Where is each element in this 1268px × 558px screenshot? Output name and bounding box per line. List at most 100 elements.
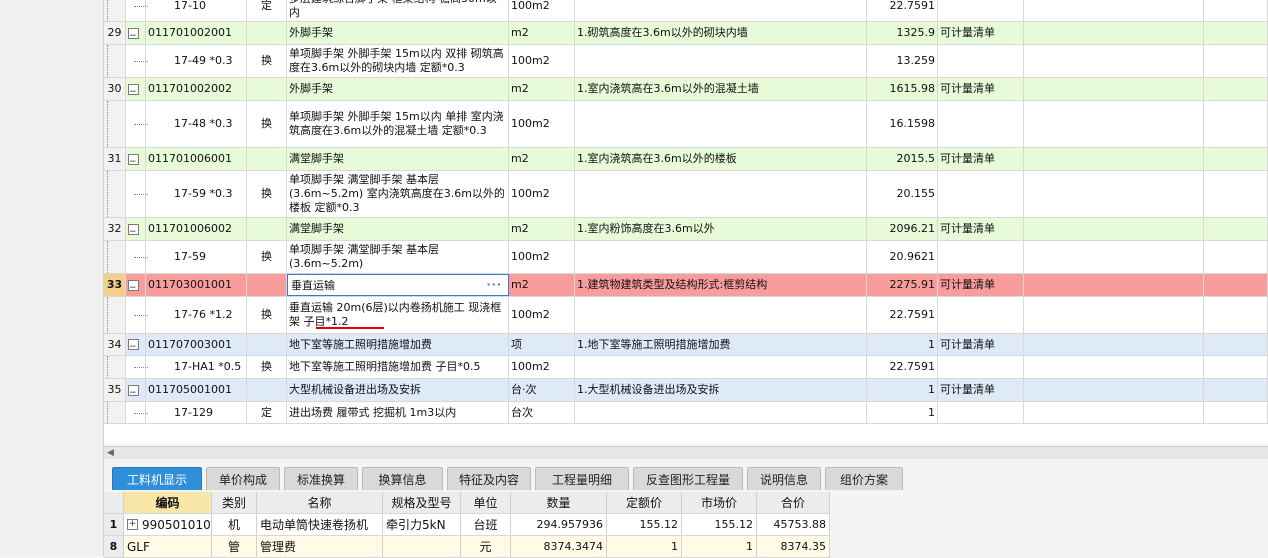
code-cell[interactable]: 17-HA1 *0.5 [146, 356, 247, 378]
empty-cell[interactable] [1204, 241, 1268, 273]
header-name[interactable]: 名称 [257, 492, 383, 513]
resource-row[interactable]: 8 GLF 管 管理费 元 8374.3474 1 1 8374.35 [104, 536, 830, 558]
empty-cell[interactable] [1204, 356, 1268, 378]
empty-cell[interactable] [1204, 274, 1268, 296]
unit-cell[interactable]: 100m2 [509, 101, 575, 147]
empty-cell[interactable] [1204, 0, 1268, 21]
quantity-cell[interactable]: 2096.21 [867, 218, 938, 240]
category-cell[interactable]: 换 [247, 45, 287, 77]
category-cell[interactable]: 定 [247, 402, 287, 423]
collapse-toggle-icon[interactable]: − [128, 384, 139, 398]
category-cell[interactable] [247, 22, 287, 44]
category-cell[interactable]: 换 [247, 171, 287, 217]
quantity-cell[interactable]: 1615.98 [867, 78, 938, 100]
header-quota-price[interactable]: 定额价 [607, 492, 682, 513]
code-cell[interactable]: 011705001001 [146, 379, 247, 401]
category-cell[interactable] [247, 334, 287, 355]
empty-cell[interactable] [1204, 78, 1268, 100]
tab-7[interactable]: 反查图形工程量 [633, 467, 743, 490]
empty-cell[interactable] [1024, 0, 1204, 21]
resource-code[interactable]: +990501010 [124, 514, 212, 535]
tab-1[interactable]: 工料机显示 [112, 467, 202, 490]
empty-cell[interactable] [1024, 241, 1204, 273]
resource-market-price[interactable]: 155.12 [682, 514, 757, 535]
code-cell[interactable]: 011701002001 [146, 22, 247, 44]
unit-cell[interactable]: 100m2 [509, 0, 575, 21]
name-cell[interactable]: 地下室等施工照明措施增加费 [287, 334, 509, 355]
category-cell[interactable]: 换 [247, 101, 287, 147]
collapse-toggle-icon[interactable]: − [128, 153, 139, 167]
empty-cell[interactable] [1204, 45, 1268, 77]
resource-spec[interactable] [383, 536, 461, 557]
code-cell[interactable]: 011701006002 [146, 218, 247, 240]
category-cell[interactable]: 定 [247, 0, 287, 21]
empty-cell[interactable] [1024, 379, 1204, 401]
quantity-cell[interactable]: 2015.5 [867, 148, 938, 170]
name-cell[interactable]: 多层建筑综合脚手架 框架结构 檐高30m以内 [287, 0, 509, 21]
feature-cell[interactable]: 1.室内粉饰高度在3.6m以外 [575, 218, 867, 240]
feature-cell[interactable] [575, 297, 867, 333]
name-cell[interactable]: 满堂脚手架 [287, 218, 509, 240]
bill-flag-cell[interactable]: 可计量清单 [938, 148, 1024, 170]
unit-cell[interactable]: 100m2 [509, 297, 575, 333]
code-cell[interactable]: 011701002002 [146, 78, 247, 100]
bill-flag-cell[interactable] [938, 101, 1024, 147]
feature-cell[interactable]: 1.大型机械设备进出场及安拆 [575, 379, 867, 401]
tab-2[interactable]: 单价构成 [206, 467, 280, 490]
resource-unit[interactable]: 台班 [461, 514, 511, 535]
horizontal-scrollbar[interactable]: ◀ [104, 446, 1268, 459]
quantity-cell[interactable]: 1 [867, 334, 938, 355]
empty-cell[interactable] [1024, 334, 1204, 355]
header-market-price[interactable]: 市场价 [682, 492, 757, 513]
collapse-toggle-icon[interactable]: − [128, 223, 139, 237]
quantity-cell[interactable]: 13.259 [867, 45, 938, 77]
unit-cell[interactable]: 100m2 [509, 171, 575, 217]
unit-cell[interactable]: 台·次 [509, 379, 575, 401]
category-cell[interactable] [247, 379, 287, 401]
quota-row[interactable]: 17-10 定 多层建筑综合脚手架 框架结构 檐高30m以内 100m2 22.7591 [104, 0, 1268, 22]
empty-cell[interactable] [1024, 45, 1204, 77]
bill-row[interactable]: 33−011703001001 垂直运输 m2 1.建筑物建筑类型及结构形式:框剪结构… [104, 274, 1268, 297]
quantity-cell[interactable]: 16.1598 [867, 101, 938, 147]
bill-flag-cell[interactable] [938, 356, 1024, 378]
quantity-cell[interactable]: 1325.9 [867, 22, 938, 44]
quota-row[interactable]: 17-59 换 单项脚手架 满堂脚手架 基本层(3.6m~5.2m) 100m2 20.… [104, 241, 1268, 274]
tree-cell[interactable]: − [126, 78, 146, 100]
resource-market-price[interactable]: 1 [682, 536, 757, 557]
tab-8[interactable]: 说明信息 [747, 467, 821, 490]
name-cell[interactable]: 单项脚手架 满堂脚手架 基本层(3.6m~5.2m) 室内浇筑高度在3.6m以外… [287, 171, 509, 217]
empty-cell[interactable] [1204, 148, 1268, 170]
empty-cell[interactable] [1024, 171, 1204, 217]
unit-cell[interactable]: 台次 [509, 402, 575, 423]
empty-cell[interactable] [1024, 148, 1204, 170]
feature-cell[interactable]: 1.砌筑高度在3.6m以外的砌块内墙 [575, 22, 867, 44]
quantity-cell[interactable]: 20.155 [867, 171, 938, 217]
quota-row[interactable]: 17-49 *0.3 换 单项脚手架 外脚手架 15m以内 双排 砌筑高度在3.6m… [104, 45, 1268, 78]
bill-row[interactable]: 31−011701006001 满堂脚手架 m2 1.室内浇筑高在3.6m以外的楼板 2… [104, 148, 1268, 171]
feature-cell[interactable] [575, 101, 867, 147]
quota-row[interactable]: 17-48 *0.3 换 单项脚手架 外脚手架 15m以内 单排 室内浇筑高度在3.… [104, 101, 1268, 148]
quantity-cell[interactable]: 1 [867, 379, 938, 401]
more-options-icon[interactable]: ··· [486, 278, 502, 291]
unit-cell[interactable]: 100m2 [509, 45, 575, 77]
bill-flag-cell[interactable]: 可计量清单 [938, 379, 1024, 401]
resource-total[interactable]: 45753.88 [757, 514, 830, 535]
name-cell[interactable]: 地下室等施工照明措施增加费 子目*0.5 [287, 356, 509, 378]
code-cell[interactable]: 17-59 [146, 241, 247, 273]
empty-cell[interactable] [1024, 297, 1204, 333]
empty-cell[interactable] [1024, 78, 1204, 100]
feature-cell[interactable] [575, 356, 867, 378]
feature-cell[interactable]: 1.室内浇筑高在3.6m以外的混凝土墙 [575, 78, 867, 100]
tree-cell[interactable]: − [126, 334, 146, 355]
unit-cell[interactable]: m2 [509, 78, 575, 100]
resource-quantity[interactable]: 294.957936 [511, 514, 607, 535]
code-cell[interactable]: 011701006001 [146, 148, 247, 170]
feature-cell[interactable]: 1.室内浇筑高在3.6m以外的楼板 [575, 148, 867, 170]
bill-flag-cell[interactable]: 可计量清单 [938, 78, 1024, 100]
name-cell[interactable]: 单项脚手架 外脚手架 15m以内 单排 室内浇筑高度在3.6m以外的混凝土墙 定… [287, 101, 509, 147]
resource-grid[interactable]: 编码 类别 名称 规格及型号 单位 数量 定额价 市场价 合价 1 +990501… [104, 492, 830, 558]
bill-flag-cell[interactable] [938, 241, 1024, 273]
quota-row[interactable]: 17-59 *0.3 换 单项脚手架 满堂脚手架 基本层(3.6m~5.2m) 室内… [104, 171, 1268, 218]
bill-items-grid[interactable]: 17-10 定 多层建筑综合脚手架 框架结构 檐高30m以内 100m2 22.7591… [104, 0, 1268, 444]
resource-quota-price[interactable]: 155.12 [607, 514, 682, 535]
